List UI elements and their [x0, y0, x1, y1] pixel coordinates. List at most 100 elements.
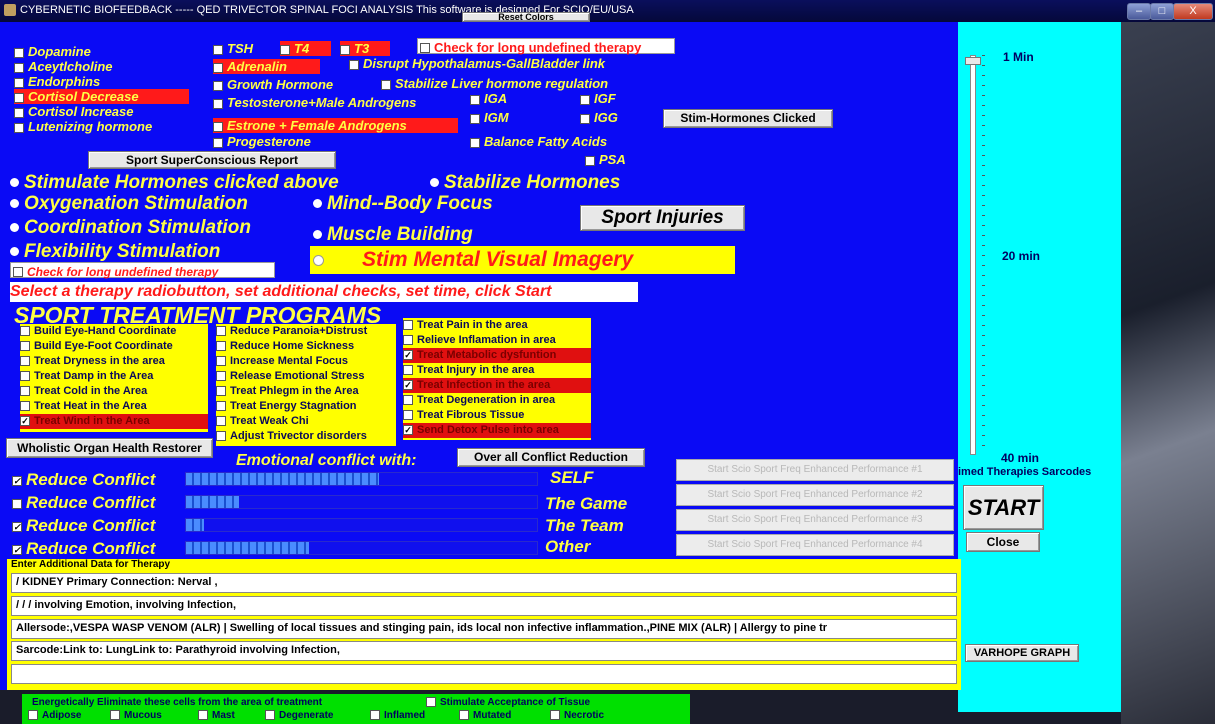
program-item[interactable]: Treat Phlegm in the Area	[216, 384, 396, 399]
growth-item[interactable]: Growth Hormone	[213, 77, 333, 92]
psa-item[interactable]: PSA	[585, 152, 626, 167]
checkbox[interactable]	[213, 80, 223, 91]
program-item[interactable]: Treat Cold in the Area	[20, 384, 208, 399]
checkbox[interactable]: ✓	[12, 521, 22, 532]
cell-check[interactable]: Adipose	[28, 710, 81, 721]
checkbox[interactable]	[14, 62, 24, 73]
radio-dot[interactable]	[10, 247, 19, 257]
checkbox[interactable]	[216, 386, 226, 397]
program-item[interactable]: ✓ Treat Wind in the Area	[20, 414, 208, 429]
radio-coordination[interactable]: Coordination Stimulation	[10, 217, 251, 239]
checkbox[interactable]	[216, 401, 226, 412]
additional-field-3[interactable]: Allersode:,VESPA WASP VENOM (ALR) | Swel…	[11, 619, 957, 639]
cell-check[interactable]: Degenerate	[265, 710, 333, 721]
program-item[interactable]: Treat Energy Stagnation	[216, 399, 396, 414]
program-item[interactable]: ✓ Send Detox Pulse into area	[403, 423, 591, 438]
overall-conflict-button[interactable]: Over all Conflict Reduction	[457, 448, 645, 467]
checkbox[interactable]	[20, 401, 30, 412]
checkbox[interactable]	[265, 710, 275, 721]
conflict-check[interactable]: Reduce Conflict	[12, 493, 155, 513]
checkbox[interactable]	[14, 47, 24, 58]
checkbox[interactable]	[28, 710, 38, 721]
radio-flexibility[interactable]: Flexibility Stimulation	[10, 241, 220, 263]
additional-field-1[interactable]: / KIDNEY Primary Connection: Nerval ,	[11, 573, 957, 593]
checkbox[interactable]: ✓	[403, 350, 413, 361]
checkbox[interactable]	[213, 137, 223, 148]
t3-item[interactable]: T3	[340, 41, 390, 56]
checkbox[interactable]	[403, 335, 413, 346]
checkbox[interactable]	[403, 365, 413, 376]
sport-superconscious-report-button[interactable]: Sport SuperConscious Report	[88, 151, 336, 169]
checkbox[interactable]	[213, 62, 223, 73]
checkbox[interactable]: ✓	[12, 475, 22, 486]
radio-oxygenation[interactable]: Oxygenation Stimulation	[10, 193, 248, 215]
window-close-button[interactable]: X	[1173, 3, 1213, 20]
checkbox[interactable]	[459, 710, 469, 721]
program-item[interactable]: ✓ Treat Metabolic dysfuntion	[403, 348, 591, 363]
radio-dot[interactable]	[313, 199, 322, 209]
program-item[interactable]: Treat Injury in the area	[403, 363, 591, 378]
checkbox[interactable]	[216, 371, 226, 382]
t4-item[interactable]: T4	[280, 41, 331, 56]
program-item[interactable]: Increase Mental Focus	[216, 354, 396, 369]
hormone-item[interactable]: Dopamine	[14, 44, 184, 59]
checkbox[interactable]: ✓	[12, 544, 22, 555]
hormone-item[interactable]: Cortisol Increase	[14, 104, 184, 119]
checkbox[interactable]	[470, 94, 480, 105]
checkbox[interactable]	[216, 431, 226, 442]
checkbox[interactable]	[20, 356, 30, 367]
wholistic-organ-button[interactable]: Wholistic Organ Health Restorer	[6, 438, 213, 458]
checkbox[interactable]	[14, 92, 24, 103]
hormone-item[interactable]: Aceytlcholine	[14, 59, 184, 74]
radio-dot[interactable]	[313, 230, 322, 240]
checkbox[interactable]	[20, 326, 30, 337]
time-slider[interactable]	[964, 55, 985, 455]
checkbox[interactable]	[403, 320, 413, 331]
radio-dot[interactable]	[10, 178, 19, 188]
checkbox[interactable]	[213, 98, 223, 109]
reset-colors-button[interactable]: Reset Colors	[462, 12, 590, 22]
checkbox[interactable]	[280, 44, 290, 55]
checkbox[interactable]	[550, 710, 560, 721]
radio-dot[interactable]	[313, 255, 324, 266]
disrupt-item[interactable]: Disrupt Hypothalamus-GallBladder link	[349, 56, 605, 71]
mental-imagery-radio[interactable]: Stim Mental Visual Imagery	[310, 246, 735, 274]
checkbox[interactable]	[20, 341, 30, 352]
checkbox[interactable]: ✓	[20, 416, 30, 427]
checkbox[interactable]	[13, 266, 23, 277]
program-item[interactable]: Reduce Home Sickness	[216, 339, 396, 354]
checkbox[interactable]	[213, 44, 223, 55]
conflict-check[interactable]: ✓ Reduce Conflict	[12, 470, 155, 490]
program-item[interactable]: Build Eye-Foot Coordinate	[20, 339, 208, 354]
cell-check[interactable]: Mutated	[459, 710, 511, 721]
radio-mind-body[interactable]: Mind--Body Focus	[313, 193, 493, 215]
program-item[interactable]: Reduce Paranoia+Distrust	[216, 324, 396, 339]
varhope-graph-button[interactable]: VARHOPE GRAPH	[965, 644, 1079, 662]
start-button[interactable]: START	[963, 485, 1044, 530]
testosterone-item[interactable]: Testosterone+Male Androgens	[213, 95, 416, 110]
checkbox[interactable]	[349, 59, 359, 70]
checkbox[interactable]	[198, 710, 208, 721]
radio-dot[interactable]	[430, 178, 439, 188]
checkbox[interactable]	[12, 498, 22, 509]
progesterone-item[interactable]: Progesterone	[213, 134, 311, 149]
additional-field-4[interactable]: Sarcode:Link to: LungLink to: Parathyroi…	[11, 641, 957, 661]
checkbox[interactable]	[470, 137, 480, 148]
program-item[interactable]: Treat Fibrous Tissue	[403, 408, 591, 423]
maximize-button[interactable]: □	[1150, 3, 1174, 20]
perf-button-2[interactable]: Start Scio Sport Freq Enhanced Performan…	[676, 484, 954, 506]
perf-button-1[interactable]: Start Scio Sport Freq Enhanced Performan…	[676, 459, 954, 481]
checkbox[interactable]	[585, 155, 595, 166]
conflict-check[interactable]: ✓ Reduce Conflict	[12, 516, 155, 536]
radio-muscle[interactable]: Muscle Building	[313, 224, 473, 246]
checkbox[interactable]	[426, 697, 436, 708]
perf-button-4[interactable]: Start Scio Sport Freq Enhanced Performan…	[676, 534, 954, 556]
additional-field-2[interactable]: / / / involving Emotion, involving Infec…	[11, 596, 957, 616]
program-item[interactable]: Treat Weak Chi	[216, 414, 396, 429]
acceptance-check[interactable]: Stimulate Acceptance of Tissue	[426, 697, 590, 708]
checkbox[interactable]	[370, 710, 380, 721]
checkbox[interactable]	[580, 113, 590, 124]
program-item[interactable]: Treat Pain in the area	[403, 318, 591, 333]
check-long-bottom[interactable]: Check for long undefined therapy	[10, 262, 275, 279]
checkbox[interactable]	[216, 356, 226, 367]
